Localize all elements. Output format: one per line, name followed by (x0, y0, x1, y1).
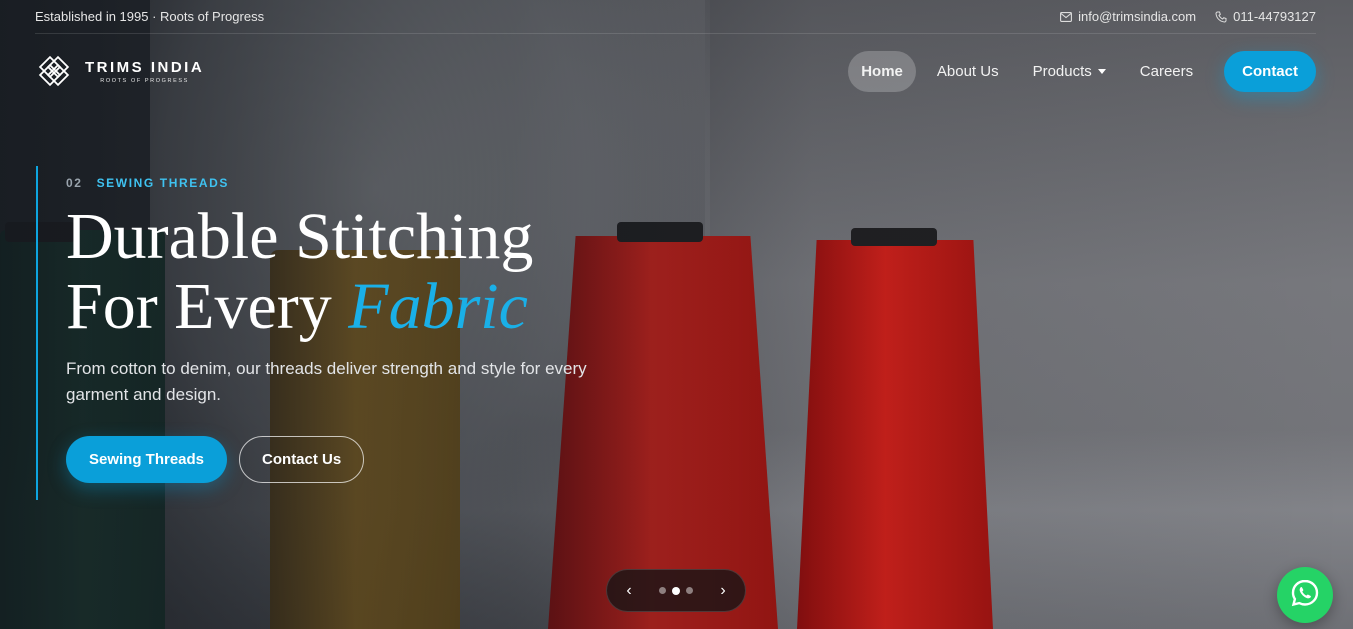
slider-prev-button[interactable]: ‹ (623, 582, 635, 600)
hero-subtitle: From cotton to denim, our threads delive… (66, 359, 587, 404)
nav-about-us[interactable]: About Us (924, 51, 1012, 92)
phone-icon (1214, 10, 1227, 23)
nav-products[interactable]: Products (1020, 51, 1119, 92)
slide-number: 02 (66, 176, 83, 190)
established-text: Established in 1995 · Roots of Progress (35, 9, 265, 24)
sewing-threads-button[interactable]: Sewing Threads (66, 436, 228, 483)
brand-tagline: ROOTS OF PROGRESS (100, 77, 189, 84)
brand-name: TRIMS INDIA (85, 58, 205, 76)
phone-text: 011-44793127 (1233, 9, 1316, 24)
phone-link[interactable]: 011-44793127 (1214, 9, 1316, 24)
hero-content: 02 SEWING THREADS Durable Stitching For … (36, 166, 606, 500)
top-contact-info: info@trimsindia.com 011-44793127 (1059, 9, 1316, 24)
headline-line-2-prefix: For Every (66, 270, 349, 343)
brand-text: TRIMS INDIA ROOTS OF PROGRESS (85, 59, 204, 84)
headline-accent: Fabric (348, 270, 528, 343)
email-link[interactable]: info@trimsindia.com (1059, 9, 1196, 24)
top-info-bar: Established in 1995 · Roots of Progress … (35, 0, 1316, 34)
whatsapp-button[interactable] (1277, 567, 1333, 623)
headline-line-1: Durable Stitching (66, 200, 534, 273)
hero-headline: Durable Stitching For Every Fabric (66, 202, 606, 342)
slider-dots (659, 586, 693, 595)
main-navbar: TRIMS INDIA ROOTS OF PROGRESS Home About… (35, 48, 1316, 94)
nav-contact-button[interactable]: Contact (1224, 50, 1316, 92)
hero-eyebrow: 02 SEWING THREADS (66, 176, 606, 190)
eyebrow-label: SEWING THREADS (96, 176, 229, 190)
slider-next-button[interactable]: › (717, 582, 729, 600)
nav-careers[interactable]: Careers (1127, 51, 1206, 92)
nav-links: Home About Us Products Careers Contact (848, 50, 1316, 92)
slider-dot-1[interactable] (659, 587, 666, 594)
contact-us-button[interactable]: Contact Us (239, 436, 365, 483)
email-text: info@trimsindia.com (1078, 9, 1197, 24)
slider-dot-2[interactable] (672, 586, 680, 595)
brand-logo-link[interactable]: TRIMS INDIA ROOTS OF PROGRESS (35, 52, 204, 90)
chevron-down-icon (1097, 68, 1106, 74)
nav-products-label: Products (1032, 62, 1092, 80)
whatsapp-icon (1289, 577, 1321, 614)
slider-controls: ‹ › (606, 569, 746, 612)
trims-logo-icon (35, 52, 73, 90)
mail-icon (1059, 10, 1072, 23)
nav-home[interactable]: Home (848, 50, 916, 92)
hero-buttons: Sewing Threads Contact Us (66, 436, 606, 483)
hero-section: Established in 1995 · Roots of Progress … (0, 0, 1353, 629)
slider-dot-3[interactable] (686, 587, 693, 594)
